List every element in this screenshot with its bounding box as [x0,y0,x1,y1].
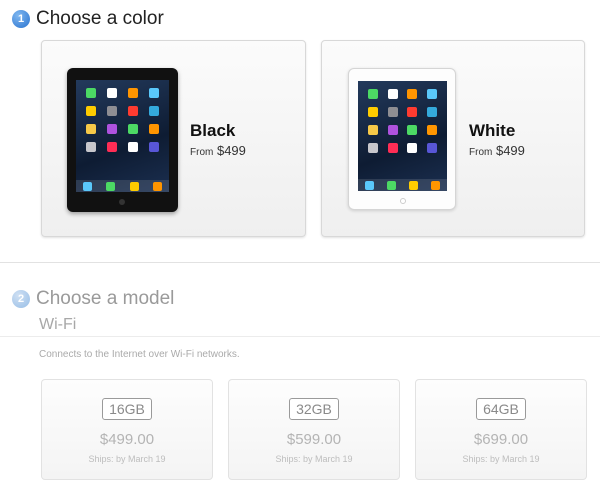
ipad-white-image [348,68,456,210]
model-option-32gb[interactable]: 32GB $599.00 Ships: by March 19 [228,379,400,480]
ship-date: Ships: by March 19 [275,454,353,464]
color-price-white: From $499 [469,143,525,158]
section-divider [0,262,600,263]
step-2-number-icon: 2 [12,290,30,308]
step-1-title: Choose a color [36,8,164,29]
ship-date: Ships: by March 19 [462,454,540,464]
color-price-black: From $499 [190,143,246,158]
wifi-divider [0,336,600,337]
color-option-white[interactable]: White From $499 [321,40,585,237]
step-1-number-icon: 1 [12,10,30,28]
step-2-header: 2 Choose a model [12,288,174,310]
model-price: $699.00 [473,431,529,448]
color-option-black[interactable]: Black From $499 [41,40,306,237]
wifi-description: Connects to the Internet over Wi-Fi netw… [39,349,240,360]
capacity-badge: 64GB [476,398,526,420]
model-option-64gb[interactable]: 64GB $699.00 Ships: by March 19 [415,379,587,480]
color-name-black: Black [190,121,236,140]
color-name-white: White [469,121,516,140]
wifi-section-title: Wi-Fi [39,316,77,333]
ship-date: Ships: by March 19 [88,454,166,464]
model-price: $599.00 [286,431,342,448]
ipad-black-image [67,68,178,212]
model-option-16gb[interactable]: 16GB $499.00 Ships: by March 19 [41,379,213,480]
step-1-header: 1 Choose a color [12,8,164,30]
capacity-badge: 16GB [102,398,152,420]
model-price: $499.00 [99,431,155,448]
capacity-badge: 32GB [289,398,339,420]
step-2-title: Choose a model [36,288,175,309]
